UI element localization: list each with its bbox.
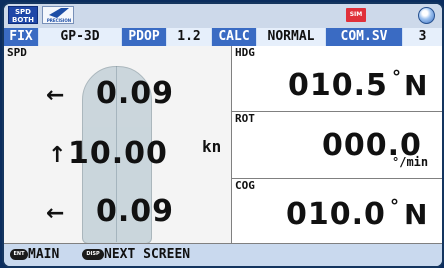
status-bar: FIX GP-3D PDOP 1.2 CALC NORMAL COM.SV 3: [4, 28, 442, 46]
longitudinal-direction-arrow-icon: ↑: [48, 143, 67, 168]
bow-direction-arrow-icon: ←: [46, 83, 65, 108]
longitudinal-speed-value: 10.00: [68, 136, 168, 171]
heading-reference: N: [404, 69, 428, 102]
pdop-label: PDOP: [122, 28, 166, 46]
com-sv-label: COM.SV: [326, 28, 402, 46]
icon-bar: SPD BOTH PRECISION SIM: [4, 4, 442, 28]
course-degree-symbol: °: [390, 196, 399, 217]
softkey-bar: ENT MAIN DISP NEXT SCREEN: [4, 243, 442, 266]
calc-value: NORMAL: [257, 28, 325, 46]
disp-key-label: NEXT SCREEN: [104, 247, 191, 262]
data-panels: HDG 010.5 ° N ROT 000.0 °/min COG 010.0 …: [232, 46, 442, 243]
power-icon[interactable]: [418, 7, 435, 24]
course-over-ground-value: 010.0: [286, 197, 386, 232]
bow-speed-value: 0.09: [96, 76, 175, 111]
course-over-ground-panel: COG 010.0 ° N: [232, 179, 442, 243]
speed-panel: SPD ← 0.09 ↑ 10.00 kn ← 0.09: [4, 46, 232, 244]
stern-speed-value: 0.09: [96, 194, 175, 229]
stern-direction-arrow-icon: ←: [46, 201, 65, 226]
disp-key-icon[interactable]: DISP: [82, 249, 104, 260]
calc-label: CALC: [212, 28, 256, 46]
ent-key-label: MAIN: [28, 247, 60, 262]
heading-panel: HDG 010.5 ° N: [232, 46, 442, 112]
sim-badge: SIM: [346, 8, 366, 22]
speed-label: SPD: [7, 46, 27, 59]
rate-of-turn-label: ROT: [235, 112, 255, 125]
speed-icon-line2: BOTH: [12, 16, 34, 24]
fix-value: GP-3D: [39, 28, 121, 46]
ent-key-icon[interactable]: ENT: [10, 249, 28, 260]
heading-degree-symbol: °: [392, 67, 401, 88]
precision-logo-icon: PRECISION: [42, 6, 74, 24]
course-over-ground-label: COG: [235, 179, 255, 192]
rate-of-turn-panel: ROT 000.0 °/min: [232, 112, 442, 179]
fix-label: FIX: [4, 28, 38, 46]
screen-background: SPD BOTH PRECISION SIM FIX GP-3D PDOP 1.…: [0, 0, 444, 268]
navigation-display: SPD BOTH PRECISION SIM FIX GP-3D PDOP 1.…: [2, 2, 444, 268]
precision-label: PRECISION: [46, 18, 72, 23]
precision-arrow-icon: [49, 8, 69, 18]
heading-label: HDG: [235, 46, 255, 59]
com-sv-value: 3: [403, 28, 442, 46]
heading-value: 010.5: [288, 68, 388, 103]
pdop-value: 1.2: [167, 28, 211, 46]
speed-both-icon[interactable]: SPD BOTH: [8, 6, 38, 24]
course-reference: N: [404, 198, 428, 231]
speed-unit: kn: [202, 137, 222, 156]
rate-of-turn-unit: °/min: [392, 155, 429, 169]
speed-icon-line1: SPD: [15, 8, 31, 16]
